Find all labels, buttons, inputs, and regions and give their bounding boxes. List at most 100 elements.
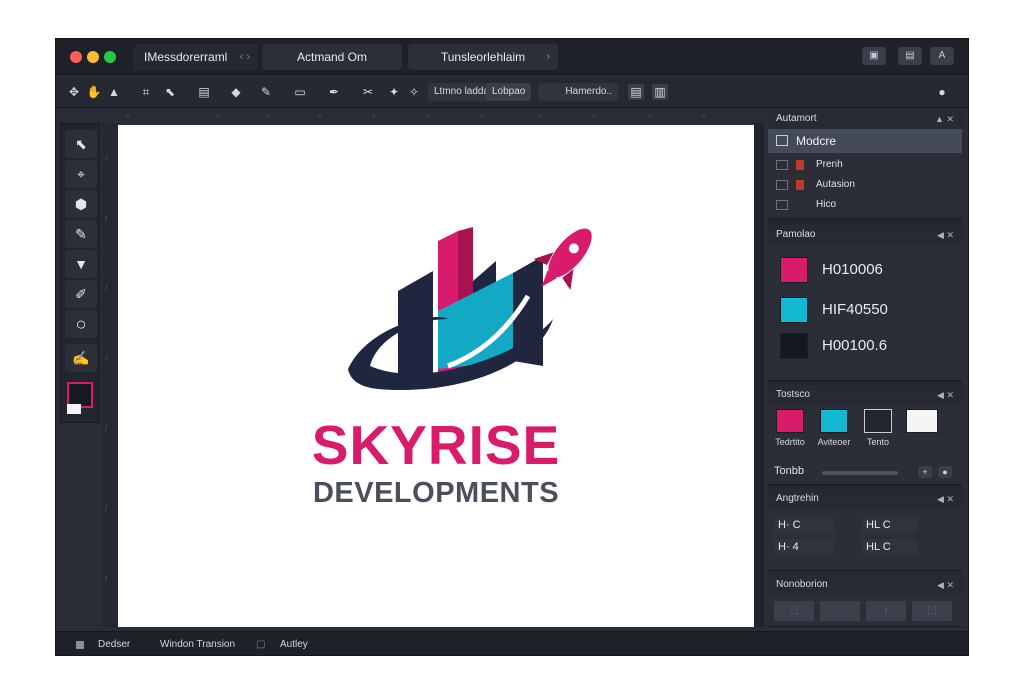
stamp-icon[interactable]: ✂ <box>360 84 376 100</box>
frame-icon[interactable]: ▤ <box>196 84 212 100</box>
left-gutter: / / / / / / / <box>102 123 118 627</box>
nav-thumb-2[interactable] <box>820 601 860 621</box>
move-icon[interactable]: ✥ <box>66 84 82 100</box>
layer-color-icon <box>796 180 804 190</box>
tab-2[interactable]: Actmand Om <box>262 44 402 70</box>
swatch-chip[interactable] <box>906 409 938 433</box>
layout-icon[interactable]: ▣ <box>862 47 886 65</box>
share-icon[interactable]: ▤ <box>898 47 922 65</box>
canvas-scroll-gutter[interactable] <box>754 123 764 627</box>
alignment-header-icons[interactable]: ◀ ✕ <box>937 489 954 509</box>
layer-row-3[interactable]: Hico <box>768 195 962 215</box>
tool-eraser[interactable]: ✐ <box>65 280 97 308</box>
palette-color-chip[interactable] <box>780 333 808 359</box>
opacity-slider[interactable] <box>822 471 898 475</box>
image-layer-icon <box>776 135 788 146</box>
palette-header: Pamolao ◀ ✕ <box>768 225 962 245</box>
maximize-window-button[interactable] <box>104 51 116 63</box>
minimize-window-button[interactable] <box>87 51 99 63</box>
layer-row-2[interactable]: Autasion <box>768 175 962 195</box>
palette-color-code: H010006 <box>822 261 883 278</box>
pen-icon[interactable]: ✒ <box>326 84 342 100</box>
design-canvas[interactable]: SKYRISE DEVELOPMENTS <box>118 125 754 627</box>
nav-thumb-1[interactable]: ⬚ <box>774 601 814 621</box>
tool-shape[interactable]: ⬢ <box>65 190 97 218</box>
layer-visibility-checkbox[interactable] <box>776 180 788 190</box>
nav-thumb-4[interactable]: ⬚ <box>912 601 952 621</box>
status-item-3[interactable]: Autley <box>280 632 308 655</box>
select-icon[interactable]: ⬉ <box>162 84 178 100</box>
tool-select[interactable]: ⬉ <box>65 130 97 158</box>
status-item-2[interactable]: Windon Transion <box>160 632 235 655</box>
hand-icon[interactable]: ✋ <box>86 84 102 100</box>
tab-1-nav-icon[interactable]: ‹ › <box>240 44 250 70</box>
swatch-chip[interactable] <box>776 409 804 433</box>
brush-icon[interactable]: ✎ <box>258 84 274 100</box>
palette-color-chip[interactable] <box>780 297 808 323</box>
layer-visibility-checkbox[interactable] <box>776 160 788 170</box>
swatch-options-button[interactable]: ● <box>938 466 952 478</box>
layer-color-icon <box>796 160 804 170</box>
eyedropper-icon[interactable]: ✧ <box>406 84 422 100</box>
navigation-header-icons[interactable]: ◀ ✕ <box>937 575 954 595</box>
tool-ellipse[interactable]: ○ <box>65 310 97 338</box>
tool-option-1[interactable]: Ltmno ladda <box>428 83 496 101</box>
grid-icon[interactable]: ▤ <box>628 84 644 100</box>
swatch-chip[interactable] <box>820 409 848 433</box>
align-field-4[interactable]: HL C <box>862 539 918 555</box>
right-panel: Autamort ▲ ✕ Modcre Prenh Autasion Hico <box>768 109 962 627</box>
diamond-icon[interactable]: ◆ <box>228 84 244 100</box>
swatch-item-1[interactable]: Tedrtito <box>770 409 810 447</box>
options-toolbar: ✥ ✋ ▲ ⌗ ⬉ ▤ ◆ ✎ ▭ ✒ ✂ ✦ ✧ Ltmno ladda Lo… <box>56 76 968 108</box>
swatch-item-3[interactable]: Tento <box>858 409 898 447</box>
tool-text[interactable]: ✍ <box>65 344 97 372</box>
status-item-1[interactable]: Dedser <box>98 632 130 655</box>
tool-option-2[interactable]: Lobpao <box>486 83 532 101</box>
image-icon[interactable]: ▭ <box>292 84 308 100</box>
swatch-item-4[interactable] <box>902 409 942 433</box>
palette-header-icons[interactable]: ◀ ✕ <box>937 225 954 245</box>
align-field-1[interactable]: H· C <box>774 517 834 533</box>
swatch-chip[interactable] <box>864 409 892 433</box>
layer-active-label: Modcre <box>796 134 837 148</box>
swatch-item-2[interactable]: Aviteoer <box>814 409 854 447</box>
palette-color-code: HIF40550 <box>822 301 888 318</box>
navigation-section: Nonoborion ◀ ✕ ⬚ › ⬚ <box>768 575 962 627</box>
background-color[interactable] <box>67 404 81 414</box>
layer-label: Prenh <box>816 159 843 170</box>
tool-brush[interactable]: ✎ <box>65 220 97 248</box>
align-field-3[interactable]: H· 4 <box>774 539 834 555</box>
title-bar: IMessdorerraml ‹ › Actmand Om Tunsleorle… <box>56 39 968 75</box>
swatch-label: Tento <box>866 437 890 447</box>
nav-thumb-3[interactable]: › <box>866 601 906 621</box>
tool-fill[interactable]: ▼ <box>65 250 97 278</box>
add-swatch-button[interactable]: + <box>918 466 932 478</box>
tools-panel: ⬉ ⌖ ⬢ ✎ ▼ ✐ ○ ✍ <box>60 123 100 423</box>
logo-wordmark: SKYRISE <box>311 414 561 476</box>
crop-icon[interactable]: ⌗ <box>138 84 154 100</box>
layer-row-1[interactable]: Prenh <box>768 155 962 175</box>
color-swatch-tool[interactable] <box>67 382 95 416</box>
tab-3-label: Tunsleorlehlaim <box>440 50 526 64</box>
tab-1[interactable]: IMessdorerraml ‹ › <box>134 44 258 70</box>
layer-active[interactable]: Modcre <box>768 129 962 153</box>
layers-header-icons[interactable]: ▲ ✕ <box>935 109 954 129</box>
close-window-button[interactable] <box>70 51 82 63</box>
layer-visibility-checkbox[interactable] <box>776 200 788 210</box>
tool-transform[interactable]: ⌖ <box>65 160 97 188</box>
tab-1-label: IMessdorerraml <box>144 50 228 64</box>
record-icon[interactable]: ● <box>934 84 950 100</box>
align-field-2[interactable]: HL C <box>862 517 918 533</box>
split-icon[interactable]: ▥ <box>652 84 668 100</box>
tab-3-nav-icon[interactable]: › <box>546 44 550 70</box>
wand-icon[interactable]: ✦ <box>386 84 402 100</box>
tool-option-3[interactable]: Hamerdo.. <box>538 83 618 101</box>
lock-icon[interactable]: ▲ <box>106 84 122 100</box>
tab-3[interactable]: Tunsleorlehlaim › <box>408 44 558 70</box>
swatches-header-icons[interactable]: ◀ ✕ <box>937 385 954 405</box>
chat-icon[interactable]: ▢ <box>256 632 265 655</box>
account-icon[interactable]: A <box>930 47 954 65</box>
opacity-slider-row: Tonbb + ● <box>768 461 962 483</box>
alignment-title: Angtrehin <box>776 493 819 504</box>
palette-color-chip[interactable] <box>780 257 808 283</box>
